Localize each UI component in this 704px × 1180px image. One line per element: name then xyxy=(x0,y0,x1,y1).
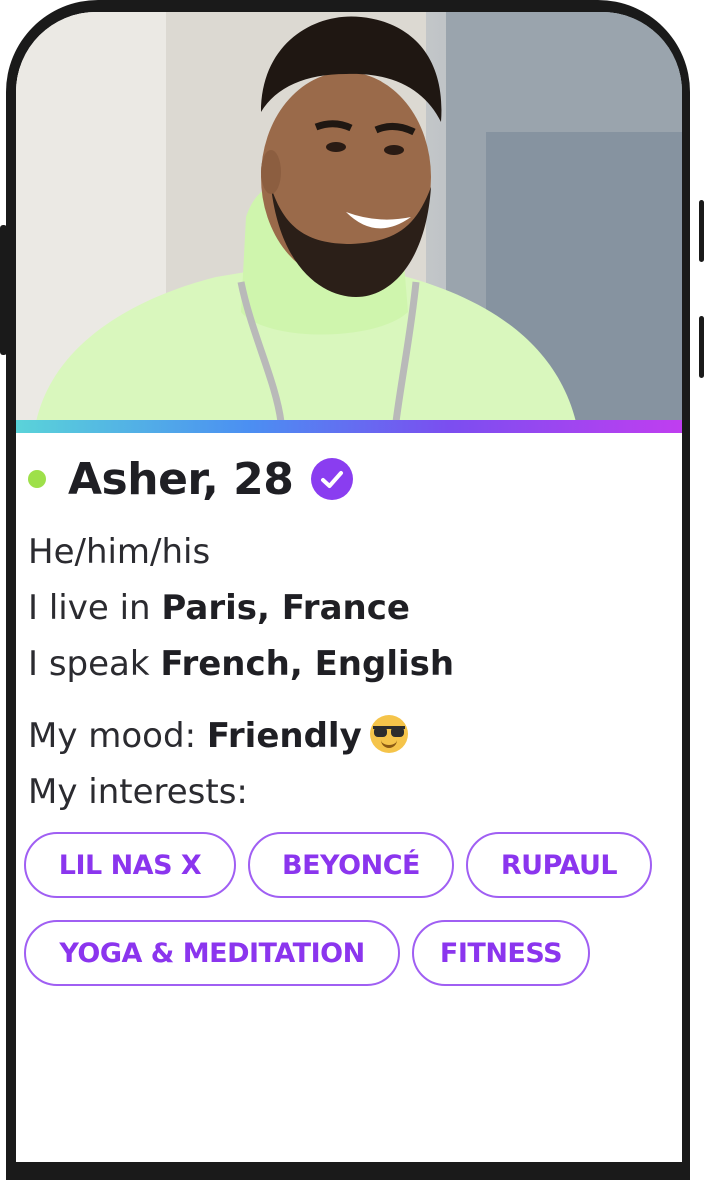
mood-value: Friendly xyxy=(206,716,362,756)
interest-chip-yoga-meditation[interactable]: YOGA & MEDITATION xyxy=(24,920,400,986)
name-row: Asher, 28 xyxy=(28,448,704,510)
profile-info: Asher, 28 He/him/his I live in Paris, Fr… xyxy=(28,448,704,820)
location-text: I live in Paris, France xyxy=(28,588,410,628)
phone-volume-up-button xyxy=(699,200,704,262)
interest-chip-rupaul[interactable]: RUPAUL xyxy=(466,832,652,898)
verified-badge-icon xyxy=(311,458,354,500)
profile-gradient-divider xyxy=(16,420,682,433)
languages-value: French, English xyxy=(160,644,455,684)
location-value: Paris, France xyxy=(161,588,410,628)
sunglasses-emoji-icon xyxy=(369,715,408,753)
phone-side-button xyxy=(0,225,7,355)
interest-chip-beyonce[interactable]: BEYONCÉ xyxy=(248,832,454,898)
interests-label: My interests: xyxy=(28,772,248,812)
profile-name: Asher, 28 xyxy=(68,453,294,505)
profile-photo-illustration xyxy=(16,12,682,422)
online-status-icon xyxy=(28,470,46,488)
interest-chip-fitness[interactable]: FITNESS xyxy=(412,920,590,986)
languages-text: I speak French, English xyxy=(28,644,455,684)
pronouns-text: He/him/his xyxy=(28,532,211,572)
interests-list: LIL NAS X BEYONCÉ RUPAUL YOGA & MEDITATI… xyxy=(24,832,664,1008)
phone-volume-down-button xyxy=(699,316,704,378)
mood-text: My mood: Friendly xyxy=(28,708,704,764)
profile-photo[interactable] xyxy=(16,12,682,422)
interest-chip-lil-nas-x[interactable]: LIL NAS X xyxy=(24,832,236,898)
